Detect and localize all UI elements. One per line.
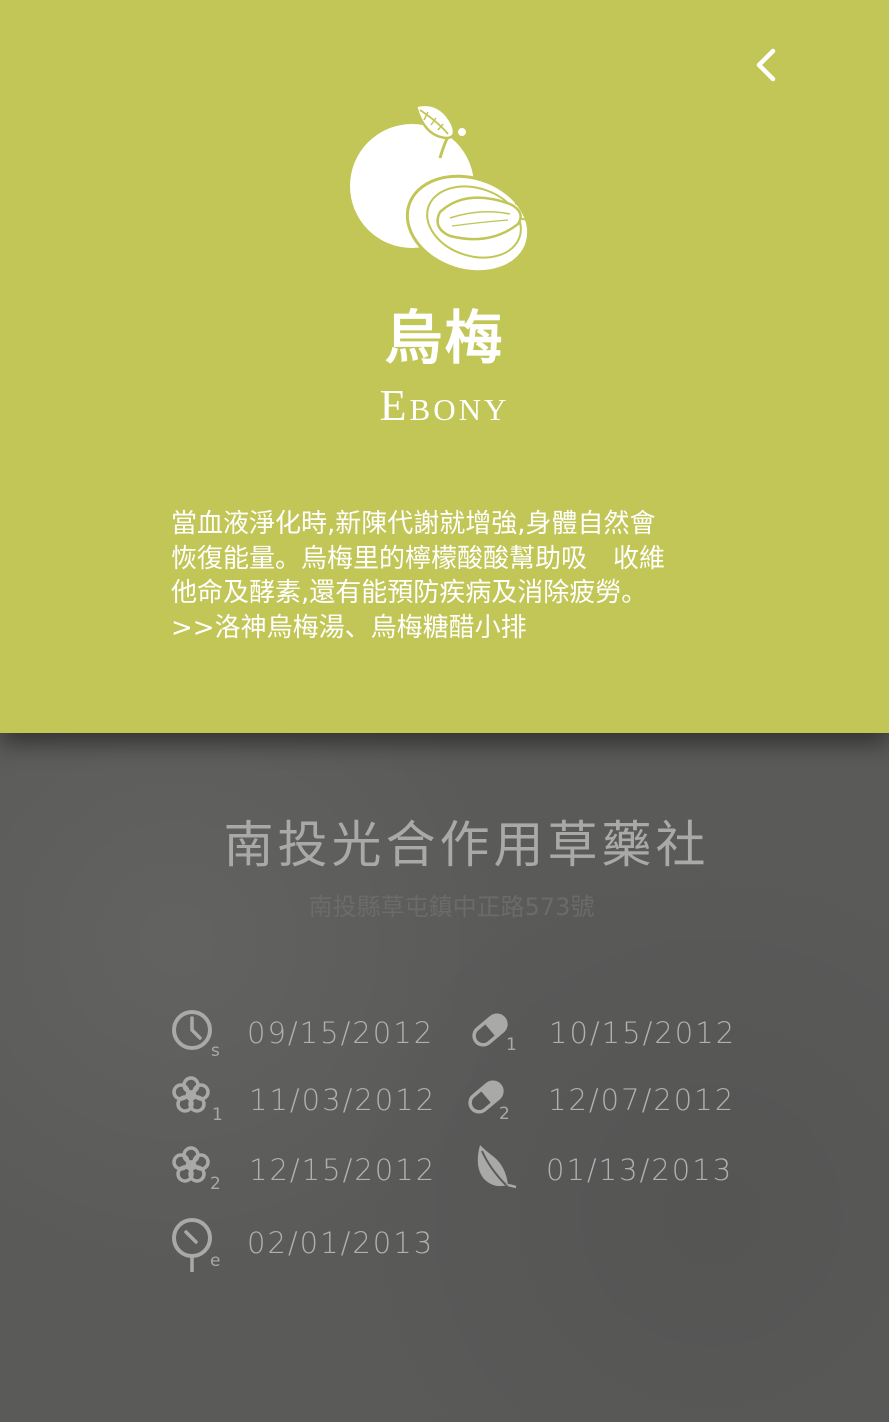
leaf-icon <box>477 1145 517 1189</box>
plum-fruit-icon <box>350 103 538 274</box>
herb-title-en: Ebony <box>379 381 510 430</box>
herb-header: 烏梅 Ebony 當血液淨化時,新陳代謝就增強,身體自然會 恢復能量。烏梅里的檸… <box>0 0 889 733</box>
herb-description: 當血液淨化時,新陳代謝就增強,身體自然會 恢復能量。烏梅里的檸檬酸酸幫助吸 收維… <box>171 507 731 645</box>
schedule-date: 12/15/2012 <box>249 1153 437 1187</box>
clock-icon: s <box>172 1010 220 1058</box>
pill-icon: 1 <box>472 1013 517 1055</box>
herb-title-zh: 烏梅 <box>384 304 505 372</box>
schedule-item-end: e 02/01/2013 <box>170 1218 432 1274</box>
timer-icon: e <box>172 1218 220 1272</box>
recipe-link[interactable]: >>洛神烏梅湯、烏梅糖醋小排 <box>171 611 731 646</box>
svg-text:1: 1 <box>212 1105 222 1125</box>
schedule-item-pill-2: 2 12/07/2012 <box>464 1075 733 1125</box>
svg-text:e: e <box>210 1251 220 1271</box>
svg-text:s: s <box>211 1041 220 1058</box>
schedule-item-flower-2: 2 12/15/2012 <box>170 1145 434 1195</box>
schedule-item-flower-1: 1 11/03/2012 <box>170 1075 434 1125</box>
svg-text:1: 1 <box>506 1035 517 1055</box>
schedule-item-leaf: 01/13/2013 <box>472 1145 731 1195</box>
svg-text:2: 2 <box>210 1174 221 1194</box>
description-line: 當血液淨化時,新陳代謝就增強,身體自然會 <box>171 509 656 539</box>
schedule-date: 01/13/2013 <box>546 1153 734 1187</box>
schedule-date: 02/01/2013 <box>247 1226 435 1260</box>
pill-icon: 2 <box>468 1080 510 1124</box>
description-line: 他命及酵素,還有能預防疾病及消除疲勞。 <box>171 578 648 608</box>
description-line: 恢復能量。烏梅里的檸檬酸酸幫助吸 收維 <box>171 543 666 574</box>
schedule-date: 09/15/2012 <box>247 1016 435 1050</box>
schedule-item-sowing: s 09/15/2012 <box>170 1008 432 1058</box>
svg-text:2: 2 <box>499 1104 510 1124</box>
schedule-date: 11/03/2012 <box>249 1083 437 1117</box>
schedule-date: 10/15/2012 <box>549 1016 737 1050</box>
schedule-date: 12/07/2012 <box>548 1083 736 1117</box>
back-button[interactable] <box>742 40 790 90</box>
chevron-left-icon <box>756 48 776 82</box>
flower-icon: 1 <box>172 1076 222 1125</box>
shop-name: 南投光合作用草藥社 <box>223 816 710 874</box>
shop-address: 南投縣草屯鎮中正路573號 <box>308 893 595 921</box>
schedule-item-pill-1: 1 10/15/2012 <box>468 1008 734 1058</box>
flower-icon: 2 <box>172 1146 221 1194</box>
